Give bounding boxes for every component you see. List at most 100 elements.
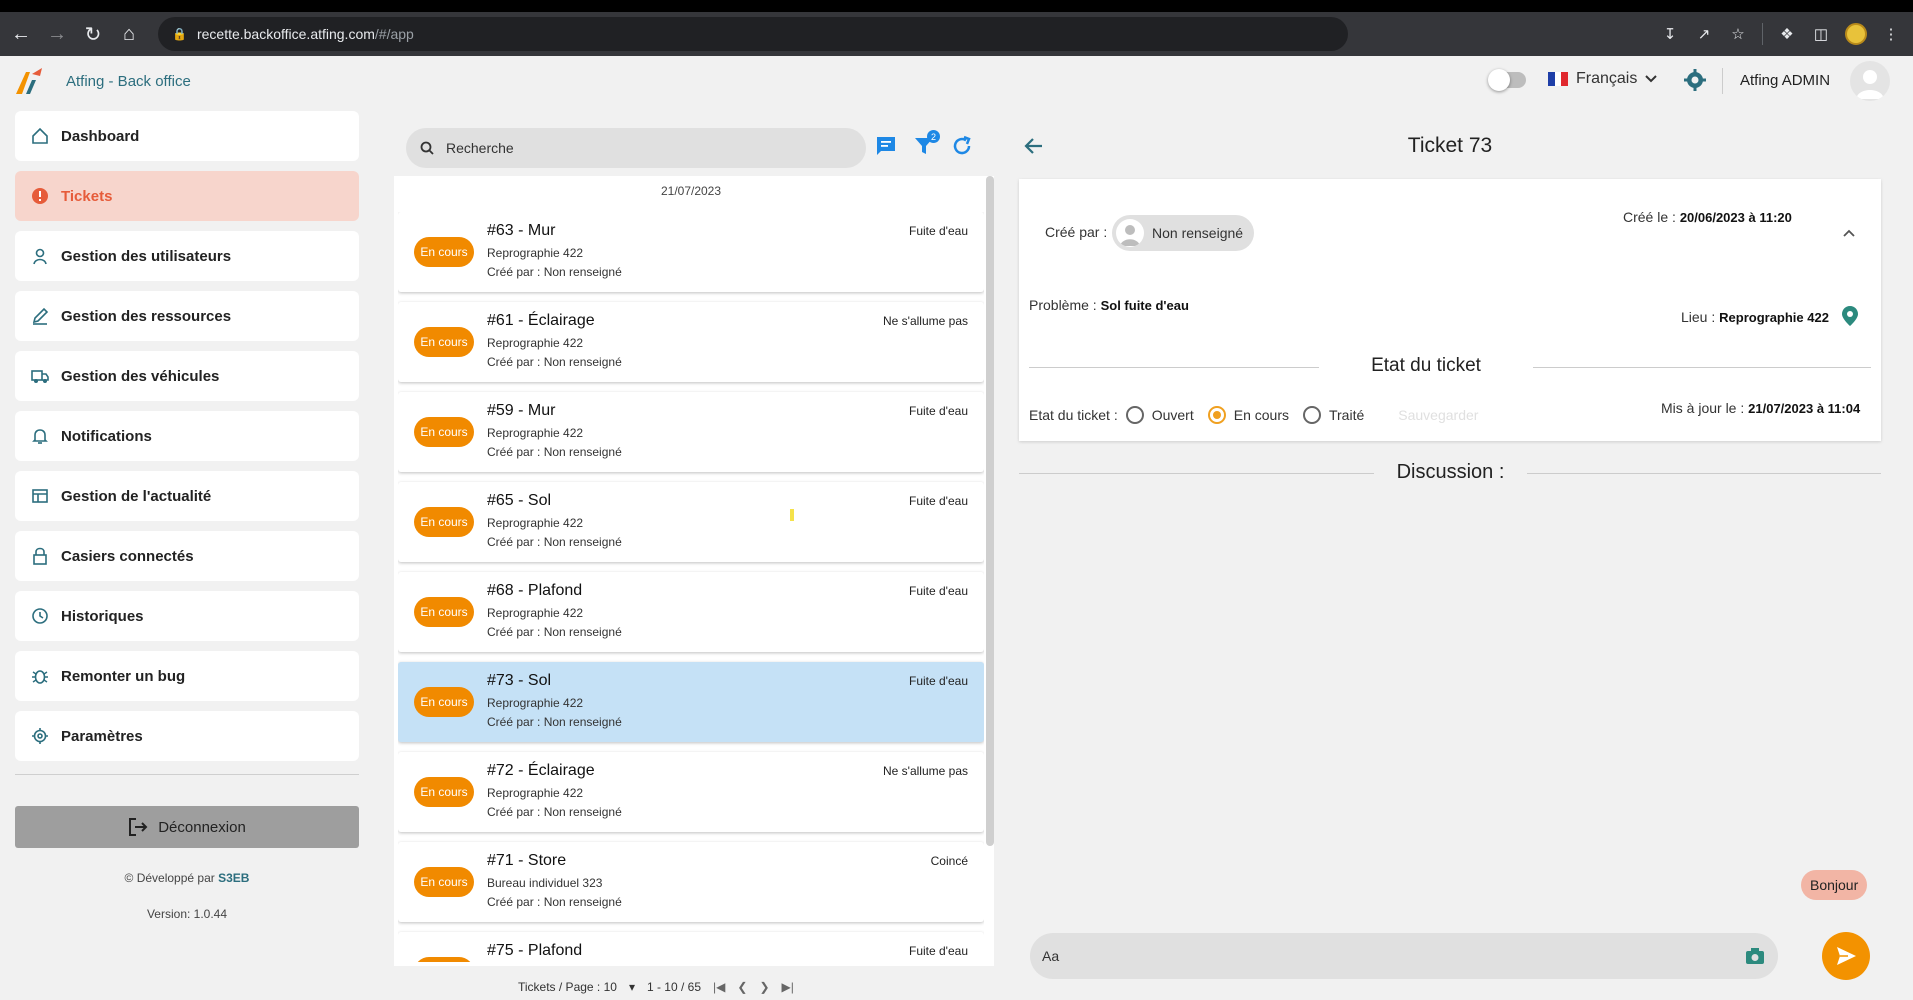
sidebar-item-gestion-des-ressources[interactable]: Gestion des ressources [15, 291, 359, 341]
sidebar-item-historiques[interactable]: Historiques [15, 591, 359, 641]
sidebar-item-tickets[interactable]: Tickets [15, 171, 359, 221]
ticket-card[interactable]: En cours #68 - Plafond Reprographie 422 Cré… [398, 572, 984, 652]
sidebar-item-label: Remonter un bug [61, 667, 186, 685]
gear-icon[interactable] [1683, 68, 1707, 92]
refresh-icon[interactable] [950, 134, 974, 158]
sidebar-item-label: Casiers connectés [61, 547, 194, 565]
state-label: Etat du ticket : [1029, 407, 1118, 423]
language-label: Français [1576, 70, 1638, 87]
next-page-icon[interactable]: ❯ [759, 980, 769, 994]
back-arrow-icon[interactable] [1022, 134, 1046, 158]
ticket-card-location: Reprographie 422 [487, 696, 584, 710]
map-pin-icon[interactable] [1841, 305, 1859, 327]
send-button[interactable] [1822, 932, 1870, 980]
ticket-card-title: #73 - Sol [487, 672, 552, 689]
toolbar-separator [1762, 23, 1763, 45]
sidebar-item-label: Gestion des ressources [61, 307, 232, 325]
ticket-card-location: Reprographie 422 [487, 786, 584, 800]
logout-button[interactable]: Déconnexion [15, 806, 359, 848]
ticket-card[interactable]: En cours #65 - Sol Reprographie 422 Créé pa… [398, 482, 984, 562]
share-icon[interactable]: ↗ [1694, 24, 1714, 44]
ticket-list-panel: 21/07/2023 En cours #63 - Mur Reprographie… [394, 176, 994, 966]
creator-chip[interactable]: Non renseigné [1112, 215, 1254, 251]
state-radio-label[interactable]: Traité [1329, 407, 1364, 423]
language-select[interactable]: Français [1548, 70, 1658, 88]
ticket-card[interactable]: En cours #72 - Éclairage Reprographie 422 C… [398, 752, 984, 832]
state-radio-label[interactable]: Ouvert [1152, 407, 1194, 423]
ticket-card-title: #68 - Plafond [487, 582, 583, 599]
forward-icon[interactable]: → [42, 19, 72, 49]
address-bar[interactable]: 🔒 recette.backoffice.atfing.com/#/app [158, 17, 1348, 51]
last-page-icon[interactable]: ▶| [782, 980, 794, 994]
sidebar-separator [15, 774, 359, 775]
menu-dots-icon[interactable]: ⋮ [1881, 24, 1901, 44]
state-section-title: Etat du ticket [1371, 355, 1481, 376]
creator-avatar [1116, 219, 1144, 247]
url-path: /#/app [374, 26, 414, 42]
lock-icon [31, 547, 49, 565]
chat-icon[interactable] [874, 134, 898, 158]
search-input[interactable]: Recherche [406, 128, 866, 168]
sidebar-item-casiers-connect-s[interactable]: Casiers connectés [15, 531, 359, 581]
sidebar-item-dashboard[interactable]: Dashboard [15, 111, 359, 161]
sidebar-item-notifications[interactable]: Notifications [15, 411, 359, 461]
state-radio-1[interactable] [1125, 406, 1144, 424]
first-page-icon[interactable]: |◀ [713, 980, 725, 994]
sidebar-item-remonter-un-bug[interactable]: Remonter un bug [15, 651, 359, 701]
pencil-icon [31, 307, 49, 325]
ticket-card-location: Reprographie 422 [487, 606, 584, 620]
message-input[interactable]: Aa [1030, 933, 1778, 979]
state-radio-label[interactable]: En cours [1234, 407, 1289, 423]
ticket-card-title: #61 - Éclairage [487, 312, 595, 329]
chevron-up-icon[interactable] [1841, 225, 1857, 241]
install-icon[interactable]: ↧ [1660, 24, 1680, 44]
ticket-card[interactable]: En cours #73 - Sol Reprographie 422 Créé pa… [398, 662, 984, 742]
sidebar-item-label: Historiques [61, 607, 144, 625]
sidebar-item-label: Gestion des utilisateurs [61, 247, 232, 265]
status-badge: En cours [414, 957, 474, 962]
ticket-card-category: Fuite d'eau [909, 494, 968, 508]
username: Atfing ADMIN [1740, 72, 1831, 89]
profile-avatar[interactable] [1845, 23, 1867, 45]
sidebar-item-label: Dashboard [61, 127, 140, 145]
search-icon [420, 141, 434, 155]
sidebar-item-gestion-de-l-actualit-[interactable]: Gestion de l'actualité [15, 471, 359, 521]
ticket-card[interactable]: En cours #63 - Mur Reprographie 422 Créé pa… [398, 212, 984, 292]
problem-label: Problème : [1029, 297, 1097, 313]
problem-value: Sol fuite d'eau [1100, 298, 1189, 313]
theme-toggle[interactable] [1488, 69, 1526, 91]
ticket-card[interactable]: En cours #75 - Plafond Fuite d'eau [398, 932, 984, 962]
creator-name: Non renseigné [1152, 225, 1244, 241]
browser-tabstrip [0, 0, 1913, 12]
ticket-card-creator: Créé par : Non renseigné [487, 805, 622, 819]
problem: Problème : Sol fuite d'eau [1029, 297, 1189, 313]
user-avatar[interactable] [1850, 61, 1890, 101]
state-radio-3[interactable] [1302, 406, 1321, 424]
location: Lieu : Reprographie 422 [1681, 309, 1829, 325]
ticket-card[interactable]: En cours #71 - Store Bureau individuel 323… [398, 842, 984, 922]
save-button[interactable]: Sauvegarder [1398, 407, 1478, 423]
list-scrollbar[interactable] [986, 176, 994, 846]
ticket-card[interactable]: En cours #61 - Éclairage Reprographie 422 C… [398, 302, 984, 382]
per-page-select[interactable]: ▾ [629, 980, 635, 994]
sidepanel-icon[interactable]: ◫ [1811, 24, 1831, 44]
ticket-card-category: Ne s'allume pas [883, 314, 968, 328]
sidebar-item-gestion-des-utilisateurs[interactable]: Gestion des utilisateurs [15, 231, 359, 281]
app-header: Atfing - Back office Français Atfing ADM… [0, 56, 1913, 106]
home-icon[interactable]: ⌂ [114, 19, 144, 49]
sidebar-item-label: Paramètres [61, 727, 143, 745]
developed-by-text: Développé par [136, 871, 215, 885]
back-icon[interactable]: ← [6, 19, 36, 49]
status-badge: En cours [414, 327, 474, 357]
camera-icon[interactable] [1744, 945, 1766, 967]
atfing-logo [16, 68, 42, 94]
star-icon[interactable]: ☆ [1728, 24, 1748, 44]
sidebar-item-gestion-des-v-hicules[interactable]: Gestion des véhicules [15, 351, 359, 401]
ticket-card[interactable]: En cours #59 - Mur Reprographie 422 Créé pa… [398, 392, 984, 472]
reload-icon[interactable]: ↻ [78, 19, 108, 49]
prev-page-icon[interactable]: ❮ [737, 980, 747, 994]
extensions-icon[interactable]: ❖ [1777, 24, 1797, 44]
filter-button[interactable]: 2 [912, 130, 940, 158]
state-radio-2[interactable] [1207, 406, 1226, 424]
sidebar-item-param-tres[interactable]: Paramètres [15, 711, 359, 761]
